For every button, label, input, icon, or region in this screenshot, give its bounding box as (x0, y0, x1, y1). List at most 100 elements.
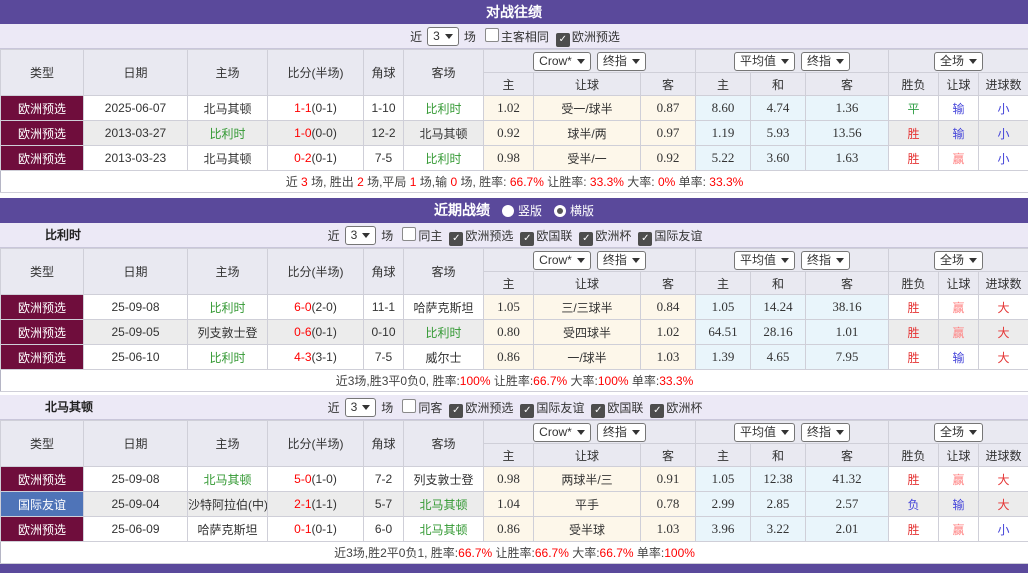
odds-selects-cell: Crow* 终指 (484, 249, 696, 272)
checked-checkbox[interactable] (591, 404, 605, 418)
home-team: 比利时 (188, 121, 268, 146)
sub-column-header: 客 (641, 272, 696, 295)
scope-select[interactable]: 全场 (934, 423, 983, 442)
sub-column-header: 让球 (534, 444, 641, 467)
checked-checkbox[interactable] (556, 33, 570, 47)
summary-text: 大率: (624, 175, 658, 189)
odds-source-select[interactable]: Crow* (533, 52, 591, 71)
header-row-groups: 类型日期主场比分(半场)角球客场Crow*终指平均值终指全场 (1, 249, 1028, 272)
chevron-down-icon (781, 59, 789, 64)
team-name-macedonia: 北马其顿 (45, 395, 93, 419)
result-goals: 大 (979, 295, 1028, 320)
odds-stage-select[interactable]: 终指 (597, 52, 646, 71)
layout-radio-vertical[interactable] (502, 205, 514, 217)
chevron-down-icon (781, 430, 789, 435)
avg-source-select[interactable]: 平均值 (734, 423, 795, 442)
h2h-table-mount: 类型日期主场比分(半场)角球客场Crow*终指平均值终指全场主让球客主和客胜负让… (0, 49, 1028, 193)
match-count-select[interactable]: 3 (345, 398, 377, 417)
games-label: 场 (381, 401, 393, 415)
column-header: 主场 (188, 249, 268, 295)
page: 对战往绩 近3场主客相同欧洲预选 类型日期主场比分(半场)角球客场Crow*终指… (0, 0, 1028, 573)
sub-column-header: 进球数 (979, 444, 1028, 467)
match-count-value: 3 (433, 29, 440, 43)
unchecked-checkbox[interactable] (485, 28, 499, 42)
column-header: 日期 (84, 421, 188, 467)
odds-selects-cell: Crow* 终指 (484, 421, 696, 444)
avg-stage-select-value: 终指 (807, 425, 831, 439)
result-win-loss: 胜 (889, 295, 939, 320)
sub-column-header: 主 (696, 73, 751, 96)
score-halftime: (2-0) (312, 300, 337, 314)
avg-stage-select[interactable]: 终指 (801, 423, 850, 442)
scope-select[interactable]: 全场 (934, 251, 983, 270)
layout-radio-horizontal[interactable] (554, 205, 566, 217)
match-count-select[interactable]: 3 (345, 226, 377, 245)
match-row: 欧洲预选25-09-08比利时6-0(2-0)11-1哈萨克斯坦1.05三/三球… (1, 295, 1028, 320)
home-odds: 1.04 (484, 492, 534, 517)
match-count-select[interactable]: 3 (427, 27, 459, 46)
chevron-down-icon (632, 430, 640, 435)
unchecked-checkbox[interactable] (402, 227, 416, 241)
checked-checkbox[interactable] (650, 404, 664, 418)
h2h-title: 对战往绩 (486, 4, 542, 20)
scope-select-cell: 全场 (889, 249, 1028, 272)
away-team: 北马其顿 (404, 517, 484, 542)
away-team: 比利时 (404, 146, 484, 171)
avg-draw-odds: 14.24 (751, 295, 806, 320)
avg-stage-select[interactable]: 终指 (801, 251, 850, 270)
match-type-badge: 欧洲预选 (1, 146, 84, 171)
summary-text: 单率: (629, 374, 660, 388)
avg-source-select[interactable]: 平均值 (734, 251, 795, 270)
corner-score: 7-5 (364, 345, 404, 370)
results-table: 类型日期主场比分(半场)角球客场Crow*终指平均值终指全场主让球客主和客胜负让… (0, 248, 1028, 392)
odds-source-select[interactable]: Crow* (533, 251, 591, 270)
checked-checkbox[interactable] (520, 232, 534, 246)
checkbox-label: 国际友谊 (654, 229, 702, 243)
scope-select[interactable]: 全场 (934, 52, 983, 71)
score-halftime: (0-1) (312, 101, 337, 115)
summary-stat: 100% (460, 374, 491, 388)
checked-checkbox[interactable] (579, 232, 593, 246)
checked-checkbox[interactable] (520, 404, 534, 418)
score-fulltime: 0-2 (294, 151, 311, 165)
recent-title-bar: 近期战绩竖版横版 (0, 198, 1028, 223)
score-halftime: (1-1) (312, 497, 337, 511)
avg-away-odds: 2.57 (806, 492, 889, 517)
unchecked-checkbox[interactable] (402, 399, 416, 413)
avg-home-odds: 3.96 (696, 517, 751, 542)
away-team: 比利时 (404, 320, 484, 345)
chevron-down-icon (969, 258, 977, 263)
chevron-down-icon (969, 430, 977, 435)
checked-checkbox[interactable] (449, 404, 463, 418)
odds-selects-cell: Crow* 终指 (484, 50, 696, 73)
match-date: 25-09-08 (84, 295, 188, 320)
handicap-line: 三/三球半 (534, 295, 641, 320)
chevron-down-icon (445, 34, 453, 39)
corner-score: 12-2 (364, 121, 404, 146)
odds-stage-select[interactable]: 终指 (597, 423, 646, 442)
chevron-down-icon (969, 59, 977, 64)
away-team: 列支敦士登 (404, 467, 484, 492)
checked-checkbox[interactable] (449, 232, 463, 246)
odds-source-select[interactable]: Crow* (533, 423, 591, 442)
sub-column-header: 进球数 (979, 73, 1028, 96)
result-goals: 大 (979, 320, 1028, 345)
h2h-filter-toggles: 主客相同欧洲预选 (478, 29, 620, 43)
sub-column-header: 客 (641, 73, 696, 96)
macedonia-filter-bar: 北马其顿 近3场同客欧洲预选国际友谊欧国联欧洲杯 (0, 395, 1028, 420)
checked-checkbox[interactable] (638, 232, 652, 246)
checkbox-label: 同客 (418, 401, 442, 415)
odds-stage-select[interactable]: 终指 (597, 251, 646, 270)
avg-away-odds: 1.36 (806, 96, 889, 121)
avg-source-select[interactable]: 平均值 (734, 52, 795, 71)
sub-column-header: 和 (751, 73, 806, 96)
column-header: 客场 (404, 249, 484, 295)
radio-label: 横版 (570, 204, 594, 218)
avg-stage-select[interactable]: 终指 (801, 52, 850, 71)
summary-stat: 3 (301, 175, 308, 189)
games-label: 场 (464, 30, 476, 44)
corner-score: 1-10 (364, 96, 404, 121)
sub-column-header: 客 (641, 444, 696, 467)
avg-away-odds: 7.95 (806, 345, 889, 370)
home-odds: 0.86 (484, 517, 534, 542)
